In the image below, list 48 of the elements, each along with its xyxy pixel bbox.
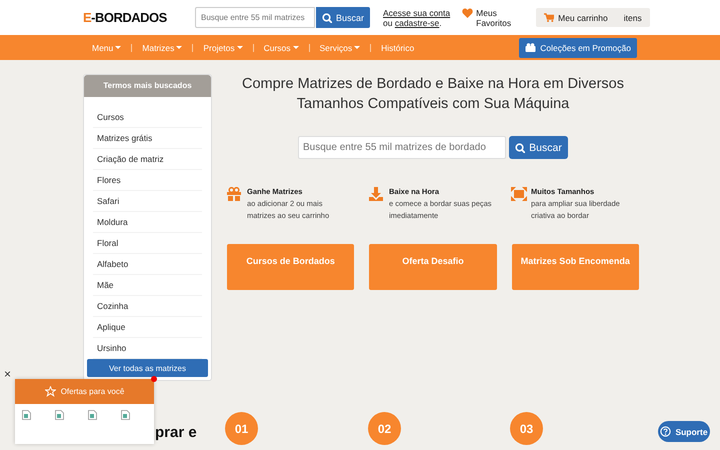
sidebar-item[interactable]: Criação de matriz: [93, 149, 202, 170]
view-all-button[interactable]: Ver todas as matrizes: [87, 359, 208, 377]
popup-title: Ofertas para você: [60, 387, 124, 396]
sidebar-item[interactable]: Safari: [93, 191, 202, 212]
sidebar-item[interactable]: Flores: [93, 170, 202, 191]
cart-count: itens: [624, 12, 642, 22]
search-button[interactable]: Buscar: [316, 7, 370, 28]
sidebar-item[interactable]: Matrizes grátis: [93, 128, 202, 149]
sidebar-item[interactable]: Floral: [93, 233, 202, 254]
support-button[interactable]: Suporte: [658, 421, 710, 442]
sidebar-item[interactable]: Moldura: [93, 212, 202, 233]
section-heading: prar e: [155, 424, 197, 441]
cart-button[interactable]: Meu carrinho itens: [536, 8, 650, 27]
gift-icon: [525, 43, 536, 52]
close-button[interactable]: ×: [4, 368, 12, 380]
resize-icon: [511, 187, 527, 201]
account-text: Acesse sua conta ou cadastre-se.: [383, 8, 450, 28]
search-icon: [322, 12, 332, 22]
sidebar-item[interactable]: Alfabeto: [93, 254, 202, 275]
help-icon: [660, 426, 672, 437]
step-number: 01: [225, 412, 258, 445]
search-icon: [515, 142, 526, 152]
broken-image-icon: [88, 410, 97, 420]
favorites-link[interactable]: Meus Favoritos: [476, 8, 516, 28]
logo[interactable]: E-BORDADOS: [83, 10, 183, 25]
sidebar-title: Termos mais buscados: [84, 75, 211, 97]
sidebar-item[interactable]: Aplique: [93, 317, 202, 338]
sidebar-item[interactable]: Cursos: [93, 107, 202, 128]
step-number: 03: [510, 412, 543, 445]
cart-icon: [544, 13, 554, 22]
star-icon: [44, 386, 56, 397]
promo-button[interactable]: Coleções em Promoção: [519, 38, 637, 58]
broken-image-icon: [121, 410, 130, 420]
broken-image-icon: [22, 410, 31, 420]
search-field[interactable]: Busque entre 55 mil matrizes de bordado: [298, 136, 506, 159]
broken-image-icon: [55, 410, 64, 420]
signup-link[interactable]: cadastre-se: [394, 18, 440, 28]
heart-icon: [462, 8, 474, 18]
cart-label: Meu carrinho: [558, 12, 608, 22]
sidebar-item[interactable]: Cozinha: [93, 296, 202, 317]
page-title: Compre Matrizes de Bordado e Baixe na Hora em Diversos Tamanhos Compatíveis com Sua Máquina: [241, 75, 625, 114]
search-button[interactable]: Buscar: [509, 136, 568, 159]
login-link[interactable]: Acesse sua conta: [383, 8, 450, 18]
download-icon: [369, 187, 385, 201]
step-number: 02: [368, 412, 401, 445]
gift-icon: [227, 187, 243, 201]
sidebar-item[interactable]: Mãe: [93, 275, 202, 296]
search-field[interactable]: Busque entre 55 mil matrizes: [195, 7, 315, 28]
